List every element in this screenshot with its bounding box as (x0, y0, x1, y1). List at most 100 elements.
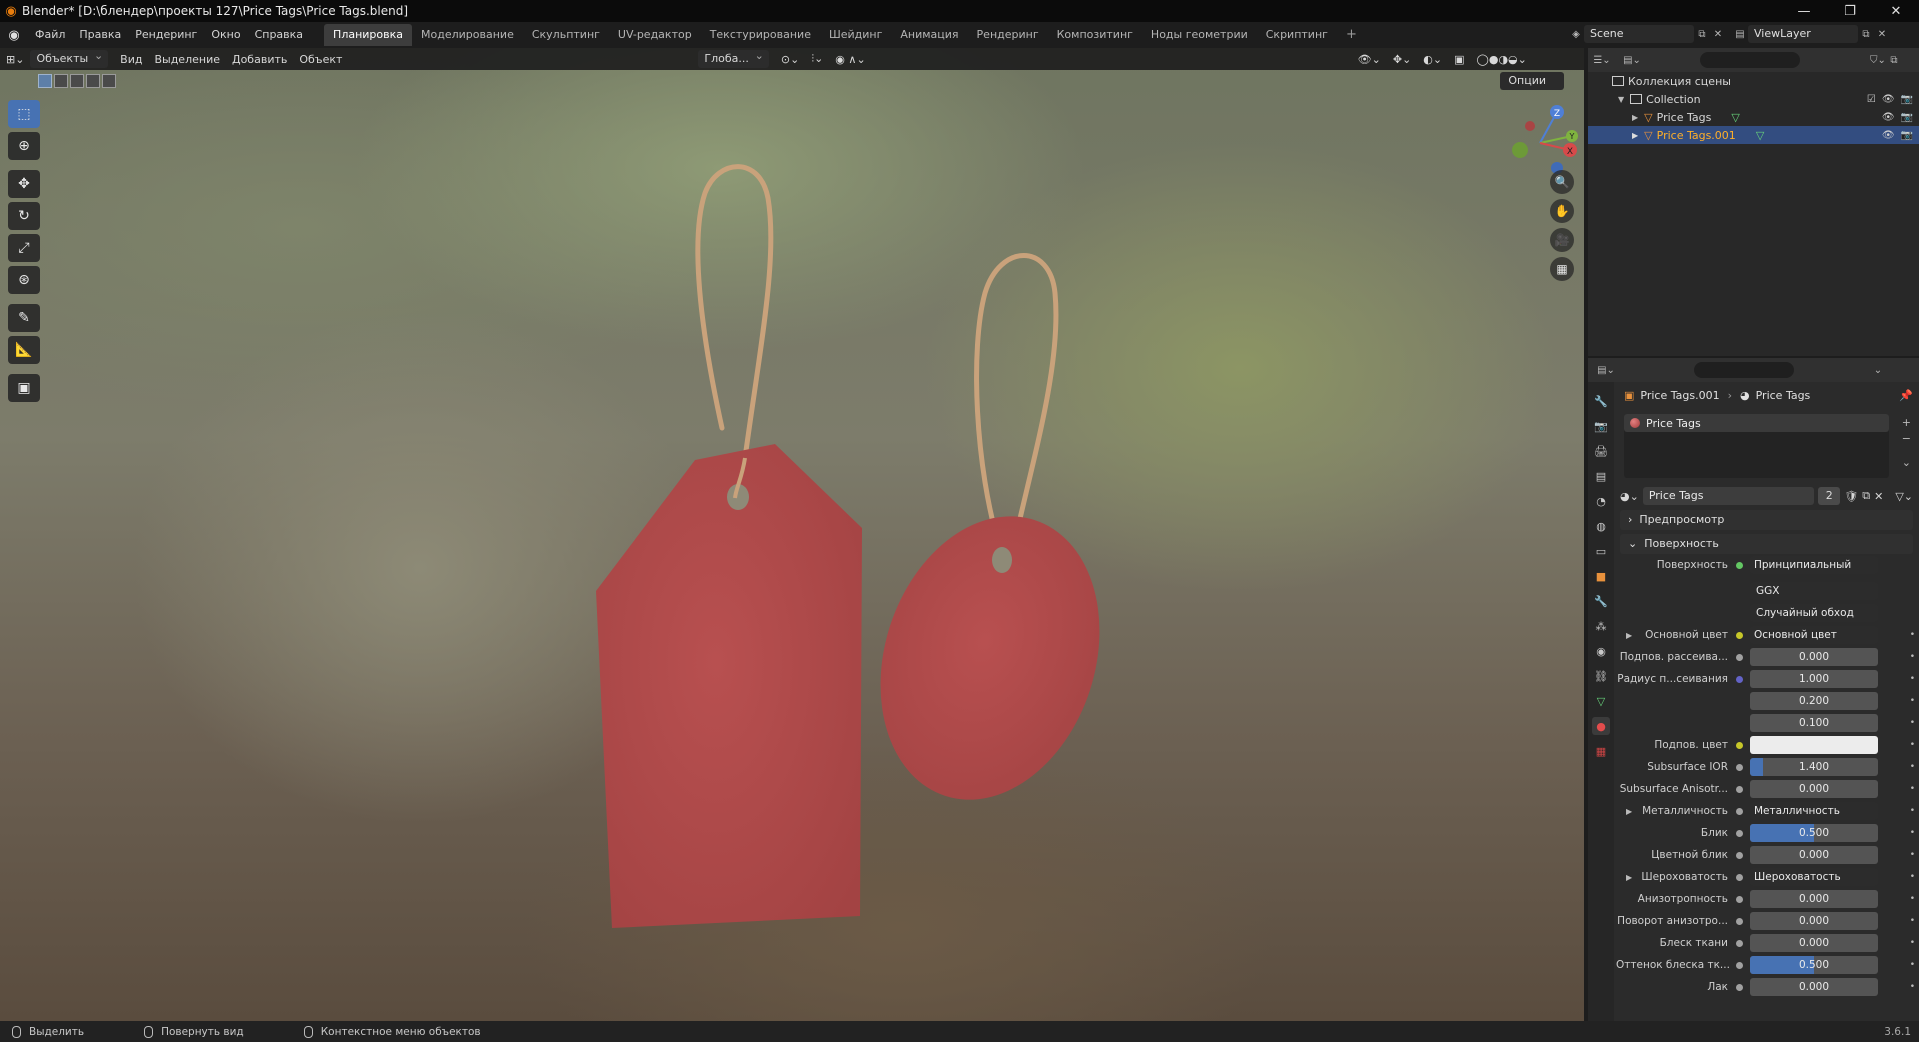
world-tab-icon[interactable]: ◍ (1592, 517, 1610, 535)
subsurface-method-dropdown[interactable]: Случайный обход (1750, 604, 1878, 622)
input-socket-icon[interactable] (1735, 653, 1743, 661)
select-subtract-icon[interactable] (70, 74, 84, 88)
tab-scripting[interactable]: Скриптинг (1257, 24, 1337, 46)
new-scene-icon[interactable]: ⧉ (1694, 26, 1710, 42)
distribution-dropdown[interactable]: GGX (1750, 582, 1878, 600)
value-slider[interactable]: 0.000 (1750, 912, 1878, 930)
keyframe-dot-icon[interactable]: • (1910, 850, 1915, 860)
collapse-arrow-icon[interactable]: ▼ (1618, 95, 1624, 104)
value-slider[interactable]: 1.400 (1750, 758, 1878, 776)
mesh-data-icon[interactable]: ▽ (1731, 111, 1739, 124)
tab-animation[interactable]: Анимация (891, 24, 967, 46)
select-new-icon[interactable] (38, 74, 52, 88)
input-socket-icon[interactable] (1735, 961, 1743, 969)
menu-file[interactable]: Файл (28, 24, 72, 46)
filter-icon[interactable]: ⛉⌄ (1870, 52, 1886, 68)
value-slider[interactable]: 0.500 (1750, 956, 1878, 974)
snap-icon[interactable]: ⫶⌄ (805, 52, 829, 66)
expand-arrow-icon[interactable]: ▶ (1626, 631, 1632, 640)
transform-orientation-dropdown[interactable]: Глоба... (698, 48, 769, 68)
particles-tab-icon[interactable]: ⁂ (1592, 617, 1610, 635)
value-slider[interactable]: 0.200 (1750, 692, 1878, 710)
editor-type-icon[interactable]: ⊞⌄ (0, 53, 30, 66)
value-slider[interactable]: 0.000 (1750, 890, 1878, 908)
constraints-tab-icon[interactable]: ⛓ (1592, 667, 1610, 685)
view-layer-field[interactable]: ViewLayer (1748, 25, 1858, 43)
camera-icon[interactable]: 📷 (1901, 130, 1913, 141)
input-socket-icon[interactable] (1735, 851, 1743, 859)
texture-tab-icon[interactable]: ▦ (1592, 742, 1610, 760)
3d-viewport[interactable]: ⊞⌄ Объекты Вид Выделение Добавить Объект… (0, 48, 1584, 1021)
linked-input-field[interactable]: Шероховатость (1750, 868, 1878, 886)
overlay-toggle-icon[interactable]: ◐⌄ (1417, 53, 1448, 66)
tab-geometry-nodes[interactable]: Ноды геометрии (1142, 24, 1257, 46)
outliner-item-price-tags-001[interactable]: ▶ ▽ Price Tags.001 ▽ 👁 📷 (1588, 126, 1919, 144)
options-dropdown[interactable]: Опции (1500, 72, 1564, 90)
collection-tab-icon[interactable]: ▭ (1592, 542, 1610, 560)
minimize-button[interactable]: — (1781, 0, 1827, 22)
eye-icon[interactable]: 👁 (1882, 112, 1895, 123)
render-tab-icon[interactable]: 📷 (1592, 417, 1610, 435)
value-slider[interactable]: 0.000 (1750, 846, 1878, 864)
keyframe-dot-icon[interactable]: • (1910, 740, 1915, 750)
keyframe-dot-icon[interactable]: • (1910, 916, 1915, 926)
value-slider[interactable]: 0.000 (1750, 780, 1878, 798)
input-socket-icon[interactable] (1735, 631, 1743, 639)
camera-icon[interactable]: 📷 (1901, 94, 1913, 105)
keyframe-dot-icon[interactable]: • (1910, 982, 1915, 992)
expand-arrow-icon[interactable]: ▶ (1626, 873, 1632, 882)
keyframe-dot-icon[interactable]: • (1910, 960, 1915, 970)
keyframe-dot-icon[interactable]: • (1910, 652, 1915, 662)
tab-compositing[interactable]: Композитинг (1048, 24, 1142, 46)
add-cube-icon[interactable]: ▣ (8, 374, 40, 402)
value-slider[interactable]: 1.000 (1750, 670, 1878, 688)
add-workspace-button[interactable]: + (1337, 24, 1366, 46)
linked-input-field[interactable]: Основной цвет (1750, 626, 1878, 644)
measure-icon[interactable]: 📐 (8, 336, 40, 364)
keyframe-dot-icon[interactable]: • (1910, 872, 1915, 882)
outliner-search-input[interactable] (1700, 52, 1800, 68)
rotate-icon[interactable]: ↻ (8, 202, 40, 230)
camera-icon[interactable]: 📷 (1901, 112, 1913, 123)
object-tab-icon[interactable]: ■ (1592, 567, 1610, 585)
properties-search-input[interactable] (1694, 362, 1794, 378)
surface-panel-header[interactable]: ⌄ Поверхность (1620, 534, 1913, 554)
xray-icon[interactable]: ▣ (1448, 53, 1470, 66)
value-slider[interactable]: 0.000 (1750, 978, 1878, 996)
material-slot[interactable]: Price Tags (1624, 414, 1889, 432)
keyframe-dot-icon[interactable]: • (1910, 784, 1915, 794)
properties-options-icon[interactable]: ⌄ (1870, 362, 1886, 378)
move-icon[interactable]: ✥ (8, 170, 40, 198)
modifier-tab-icon[interactable]: 🔧 (1592, 592, 1610, 610)
input-socket-icon[interactable] (1735, 675, 1743, 683)
link-mode-icon[interactable]: ▽⌄ (1895, 490, 1913, 503)
keyframe-dot-icon[interactable]: • (1910, 674, 1915, 684)
outliner-editor-type-icon[interactable]: ☰⌄ (1593, 52, 1610, 68)
add-slot-button[interactable]: + (1902, 416, 1911, 429)
transform-icon[interactable]: ⊛ (8, 266, 40, 294)
keyframe-dot-icon[interactable]: • (1910, 806, 1915, 816)
unlink-material-icon[interactable]: ✕ (1874, 490, 1883, 503)
input-socket-icon[interactable] (1735, 829, 1743, 837)
proportional-edit-icon[interactable]: ◉ ∧⌄ (829, 53, 871, 66)
view-layer-tab-icon[interactable]: ▤ (1592, 467, 1610, 485)
value-slider[interactable]: 0.500 (1750, 824, 1878, 842)
cursor-icon[interactable]: ⊕ (8, 132, 40, 160)
keyframe-dot-icon[interactable]: • (1910, 630, 1915, 640)
slot-specials-icon[interactable]: ⌄ (1902, 456, 1911, 469)
blender-menu-icon[interactable]: ◉ (0, 28, 28, 43)
select-box-icon[interactable]: ⬚ (8, 100, 40, 128)
properties-editor-type-icon[interactable]: ▤⌄ (1597, 362, 1615, 378)
new-view-layer-icon[interactable]: ⧉ (1858, 26, 1874, 42)
annotate-icon[interactable]: ✎ (8, 304, 40, 332)
gizmo-toggle-icon[interactable]: ✥⌄ (1387, 53, 1417, 66)
duplicate-material-icon[interactable]: ⧉ (1862, 489, 1870, 503)
viewport-menu-add[interactable]: Добавить (226, 53, 293, 66)
mesh-data-icon[interactable]: ▽ (1756, 129, 1764, 142)
eye-icon[interactable]: 👁 (1882, 94, 1895, 105)
input-socket-icon[interactable] (1735, 741, 1743, 749)
expand-arrow-icon[interactable]: ▶ (1632, 131, 1638, 140)
visibility-icon[interactable]: 👁⌄ (1352, 53, 1387, 66)
fake-user-icon[interactable]: 🛡 (1844, 490, 1858, 503)
viewport-menu-view[interactable]: Вид (114, 53, 148, 66)
